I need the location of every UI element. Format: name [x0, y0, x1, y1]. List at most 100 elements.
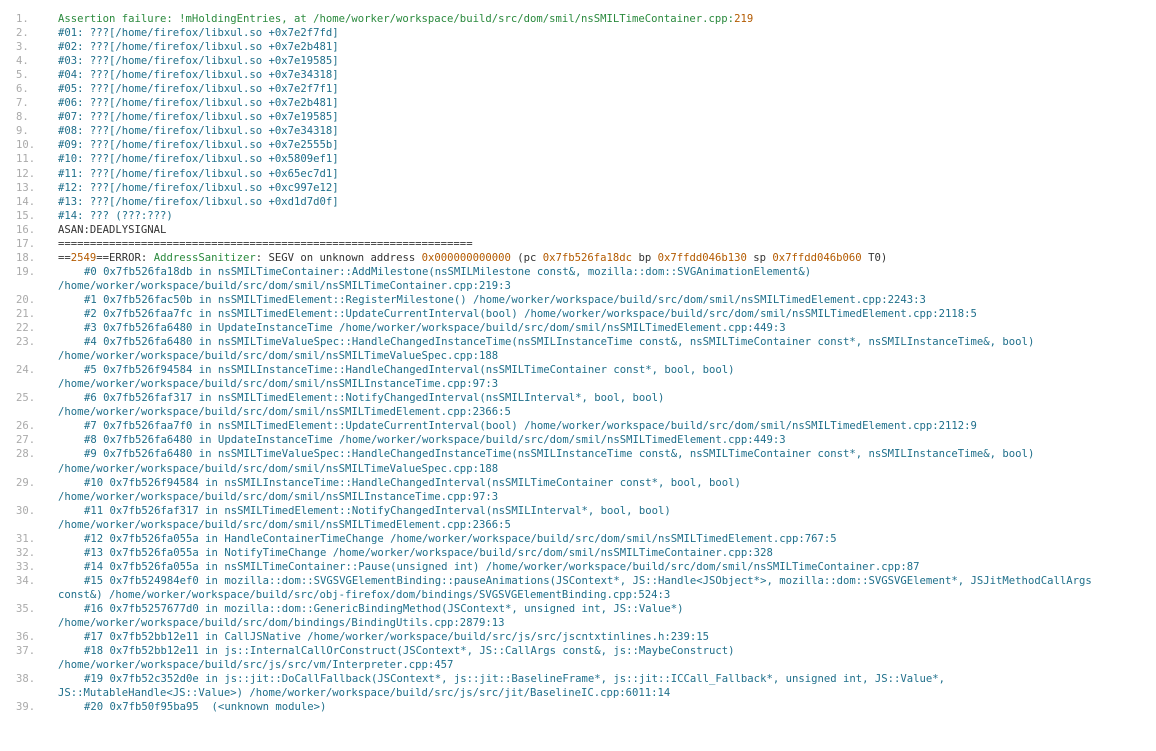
- log-line: 25. #6 0x7fb526faf317 in nsSMILTimedEleme…: [0, 391, 1156, 419]
- log-continuation: /home/worker/workspace/build/src/dom/smi…: [58, 462, 499, 475]
- log-text: #2 0x7fb526faa7fc in nsSMILTimedElement:…: [58, 307, 1156, 321]
- log-segment: #01: ???[/home/firefox/libxul.so +0x7e2f…: [58, 27, 339, 40]
- log-segment: #13: ???[/home/firefox/libxul.so +0xd1d7…: [58, 195, 339, 208]
- log-text: #7 0x7fb526faa7f0 in nsSMILTimedElement:…: [58, 419, 1156, 433]
- line-number: 37.: [16, 645, 36, 658]
- log-segment: ASAN:DEADLYSIGNAL: [58, 223, 167, 236]
- log-segment: #2 0x7fb526faa7fc in nsSMILTimedElement:…: [84, 307, 977, 320]
- log-text: #01: ???[/home/firefox/libxul.so +0x7e2f…: [58, 26, 1156, 40]
- log-segment: #11: ???[/home/firefox/libxul.so +0x65ec…: [58, 167, 339, 180]
- log-text: #20 0x7fb50f95ba95 (<unknown module>): [58, 700, 1156, 714]
- log-line: 29. #10 0x7fb526f94584 in nsSMILInstanceT…: [0, 476, 1156, 504]
- log-segment: 2549: [70, 251, 97, 264]
- log-text: #13 0x7fb526fa055a in NotifyTimeChange /…: [58, 546, 1156, 560]
- log-text: #14: ??? (???:???): [58, 209, 1156, 223]
- log-line: 21. #2 0x7fb526faa7fc in nsSMILTimedEleme…: [0, 307, 1156, 321]
- log-line: 30. #11 0x7fb526faf317 in nsSMILTimedElem…: [0, 504, 1156, 532]
- log-text: #13: ???[/home/firefox/libxul.so +0xd1d7…: [58, 195, 1156, 209]
- log-line: 18. ==2549==ERROR: AddressSanitizer: SEGV…: [0, 251, 1156, 265]
- line-number: 5.: [16, 69, 29, 82]
- line-number: 29.: [16, 476, 36, 489]
- log-line: 20. #1 0x7fb526fac50b in nsSMILTimedEleme…: [0, 293, 1156, 307]
- log-segment: #19 0x7fb52c352d0e in js::jit::DoCallFal…: [84, 673, 946, 686]
- line-number: 27.: [16, 434, 36, 447]
- line-number: 10.: [16, 139, 36, 152]
- log-line: 1. Assertion failure: !mHoldingEntries, a…: [0, 12, 1156, 26]
- line-number: 39.: [16, 701, 36, 714]
- log-text: #10: ???[/home/firefox/libxul.so +0x5809…: [58, 152, 1156, 166]
- log-segment: #04: ???[/home/firefox/libxul.so +0x7e34…: [58, 69, 339, 82]
- line-number: 19.: [16, 265, 36, 278]
- log-line: 36. #17 0x7fb52bb12e11 in CallJSNative /h…: [0, 630, 1156, 644]
- log-line: 33. #14 0x7fb526fa055a in nsSMILTimeConta…: [0, 560, 1156, 574]
- log-line: 19. #0 0x7fb526fa18db in nsSMILTimeContai…: [0, 265, 1156, 293]
- log-segment: #14 0x7fb526fa055a in nsSMILTimeContaine…: [84, 560, 920, 573]
- log-continuation: /home/worker/workspace/build/src/dom/smi…: [58, 378, 499, 391]
- line-number: 28.: [16, 448, 36, 461]
- log-line: 10. #09: ???[/home/firefox/libxul.so +0x7…: [0, 138, 1156, 152]
- log-text: #07: ???[/home/firefox/libxul.so +0x7e19…: [58, 110, 1156, 124]
- line-number: 21.: [16, 307, 36, 320]
- log-line: 3. #02: ???[/home/firefox/libxul.so +0x7e…: [0, 40, 1156, 54]
- line-number: 18.: [16, 251, 36, 264]
- log-segment: (pc: [510, 251, 543, 264]
- log-text: #8 0x7fb526fa6480 in UpdateInstanceTime …: [58, 433, 1156, 447]
- line-number: 31.: [16, 532, 36, 545]
- log-text: #9 0x7fb526fa6480 in nsSMILTimeValueSpec…: [58, 447, 1156, 475]
- log-segment: AddressSanitizer: [153, 251, 256, 264]
- log-segment: ==: [58, 251, 71, 264]
- log-text: #11 0x7fb526faf317 in nsSMILTimedElement…: [58, 504, 1156, 532]
- line-number: 13.: [16, 181, 36, 194]
- line-number: 32.: [16, 546, 36, 559]
- log-line: 8. #07: ???[/home/firefox/libxul.so +0x7e…: [0, 110, 1156, 124]
- log-segment: #4 0x7fb526fa6480 in nsSMILTimeValueSpec…: [84, 336, 1035, 349]
- log-line: 11. #10: ???[/home/firefox/libxul.so +0x5…: [0, 152, 1156, 166]
- log-text: #09: ???[/home/firefox/libxul.so +0x7e25…: [58, 138, 1156, 152]
- crash-log: 1. Assertion failure: !mHoldingEntries, a…: [0, 12, 1156, 714]
- log-continuation: /home/worker/workspace/build/src/dom/smi…: [58, 490, 499, 503]
- log-text: ==2549==ERROR: AddressSanitizer: SEGV on…: [58, 251, 1156, 265]
- line-number: 36.: [16, 631, 36, 644]
- log-text: #03: ???[/home/firefox/libxul.so +0x7e19…: [58, 54, 1156, 68]
- log-text: #05: ???[/home/firefox/libxul.so +0x7e2f…: [58, 82, 1156, 96]
- log-segment: #7 0x7fb526faa7f0 in nsSMILTimedElement:…: [84, 420, 977, 433]
- log-line: 17. =====================================…: [0, 237, 1156, 251]
- log-text: #06: ???[/home/firefox/libxul.so +0x7e2b…: [58, 96, 1156, 110]
- log-line: 26. #7 0x7fb526faa7f0 in nsSMILTimedEleme…: [0, 419, 1156, 433]
- line-number: 35.: [16, 602, 36, 615]
- log-text: #18 0x7fb52bb12e11 in js::InternalCallOr…: [58, 644, 1156, 672]
- log-continuation: const&) /home/worker/workspace/build/src…: [58, 588, 671, 601]
- log-segment: #14: ??? (???:???): [58, 209, 173, 222]
- log-line: 28. #9 0x7fb526fa6480 in nsSMILTimeValueS…: [0, 447, 1156, 475]
- log-segment: 0x7ffdd046b130: [657, 251, 747, 264]
- log-line: 32. #13 0x7fb526fa055a in NotifyTimeChang…: [0, 546, 1156, 560]
- line-number: 33.: [16, 560, 36, 573]
- log-continuation: /home/worker/workspace/build/src/dom/smi…: [58, 406, 511, 419]
- log-segment: ==ERROR:: [96, 251, 154, 264]
- line-number: 11.: [16, 153, 36, 166]
- log-segment: T0): [861, 251, 888, 264]
- log-text: #12: ???[/home/firefox/libxul.so +0xc997…: [58, 181, 1156, 195]
- log-segment: #12: ???[/home/firefox/libxul.so +0xc997…: [58, 181, 339, 194]
- log-line: 34. #15 0x7fb524984ef0 in mozilla::dom::S…: [0, 574, 1156, 602]
- log-text: ========================================…: [58, 237, 1156, 251]
- line-number: 12.: [16, 167, 36, 180]
- log-segment: #0 0x7fb526fa18db in nsSMILTimeContainer…: [84, 265, 812, 278]
- line-number: 1.: [16, 13, 29, 25]
- log-text: #19 0x7fb52c352d0e in js::jit::DoCallFal…: [58, 672, 1156, 700]
- log-continuation: /home/worker/workspace/build/src/js/src/…: [58, 659, 454, 672]
- log-line: 12. #11: ???[/home/firefox/libxul.so +0x6…: [0, 167, 1156, 181]
- line-number: 25.: [16, 392, 36, 405]
- log-text: #0 0x7fb526fa18db in nsSMILTimeContainer…: [58, 265, 1156, 293]
- log-segment: #05: ???[/home/firefox/libxul.so +0x7e2f…: [58, 83, 339, 96]
- log-text: #12 0x7fb526fa055a in HandleContainerTim…: [58, 532, 1156, 546]
- log-text: #1 0x7fb526fac50b in nsSMILTimedElement:…: [58, 293, 1156, 307]
- log-segment: #18 0x7fb52bb12e11 in js::InternalCallOr…: [84, 645, 735, 658]
- log-segment: #5 0x7fb526f94584 in nsSMILInstanceTime:…: [84, 364, 735, 377]
- line-number: 23.: [16, 336, 36, 349]
- log-segment: #11 0x7fb526faf317 in nsSMILTimedElement…: [84, 504, 671, 517]
- log-segment: #13 0x7fb526fa055a in NotifyTimeChange /…: [84, 546, 773, 559]
- log-line: 5. #04: ???[/home/firefox/libxul.so +0x7e…: [0, 68, 1156, 82]
- log-line: 39. #20 0x7fb50f95ba95 (<unknown module>): [0, 700, 1156, 714]
- line-number: 6.: [16, 83, 29, 96]
